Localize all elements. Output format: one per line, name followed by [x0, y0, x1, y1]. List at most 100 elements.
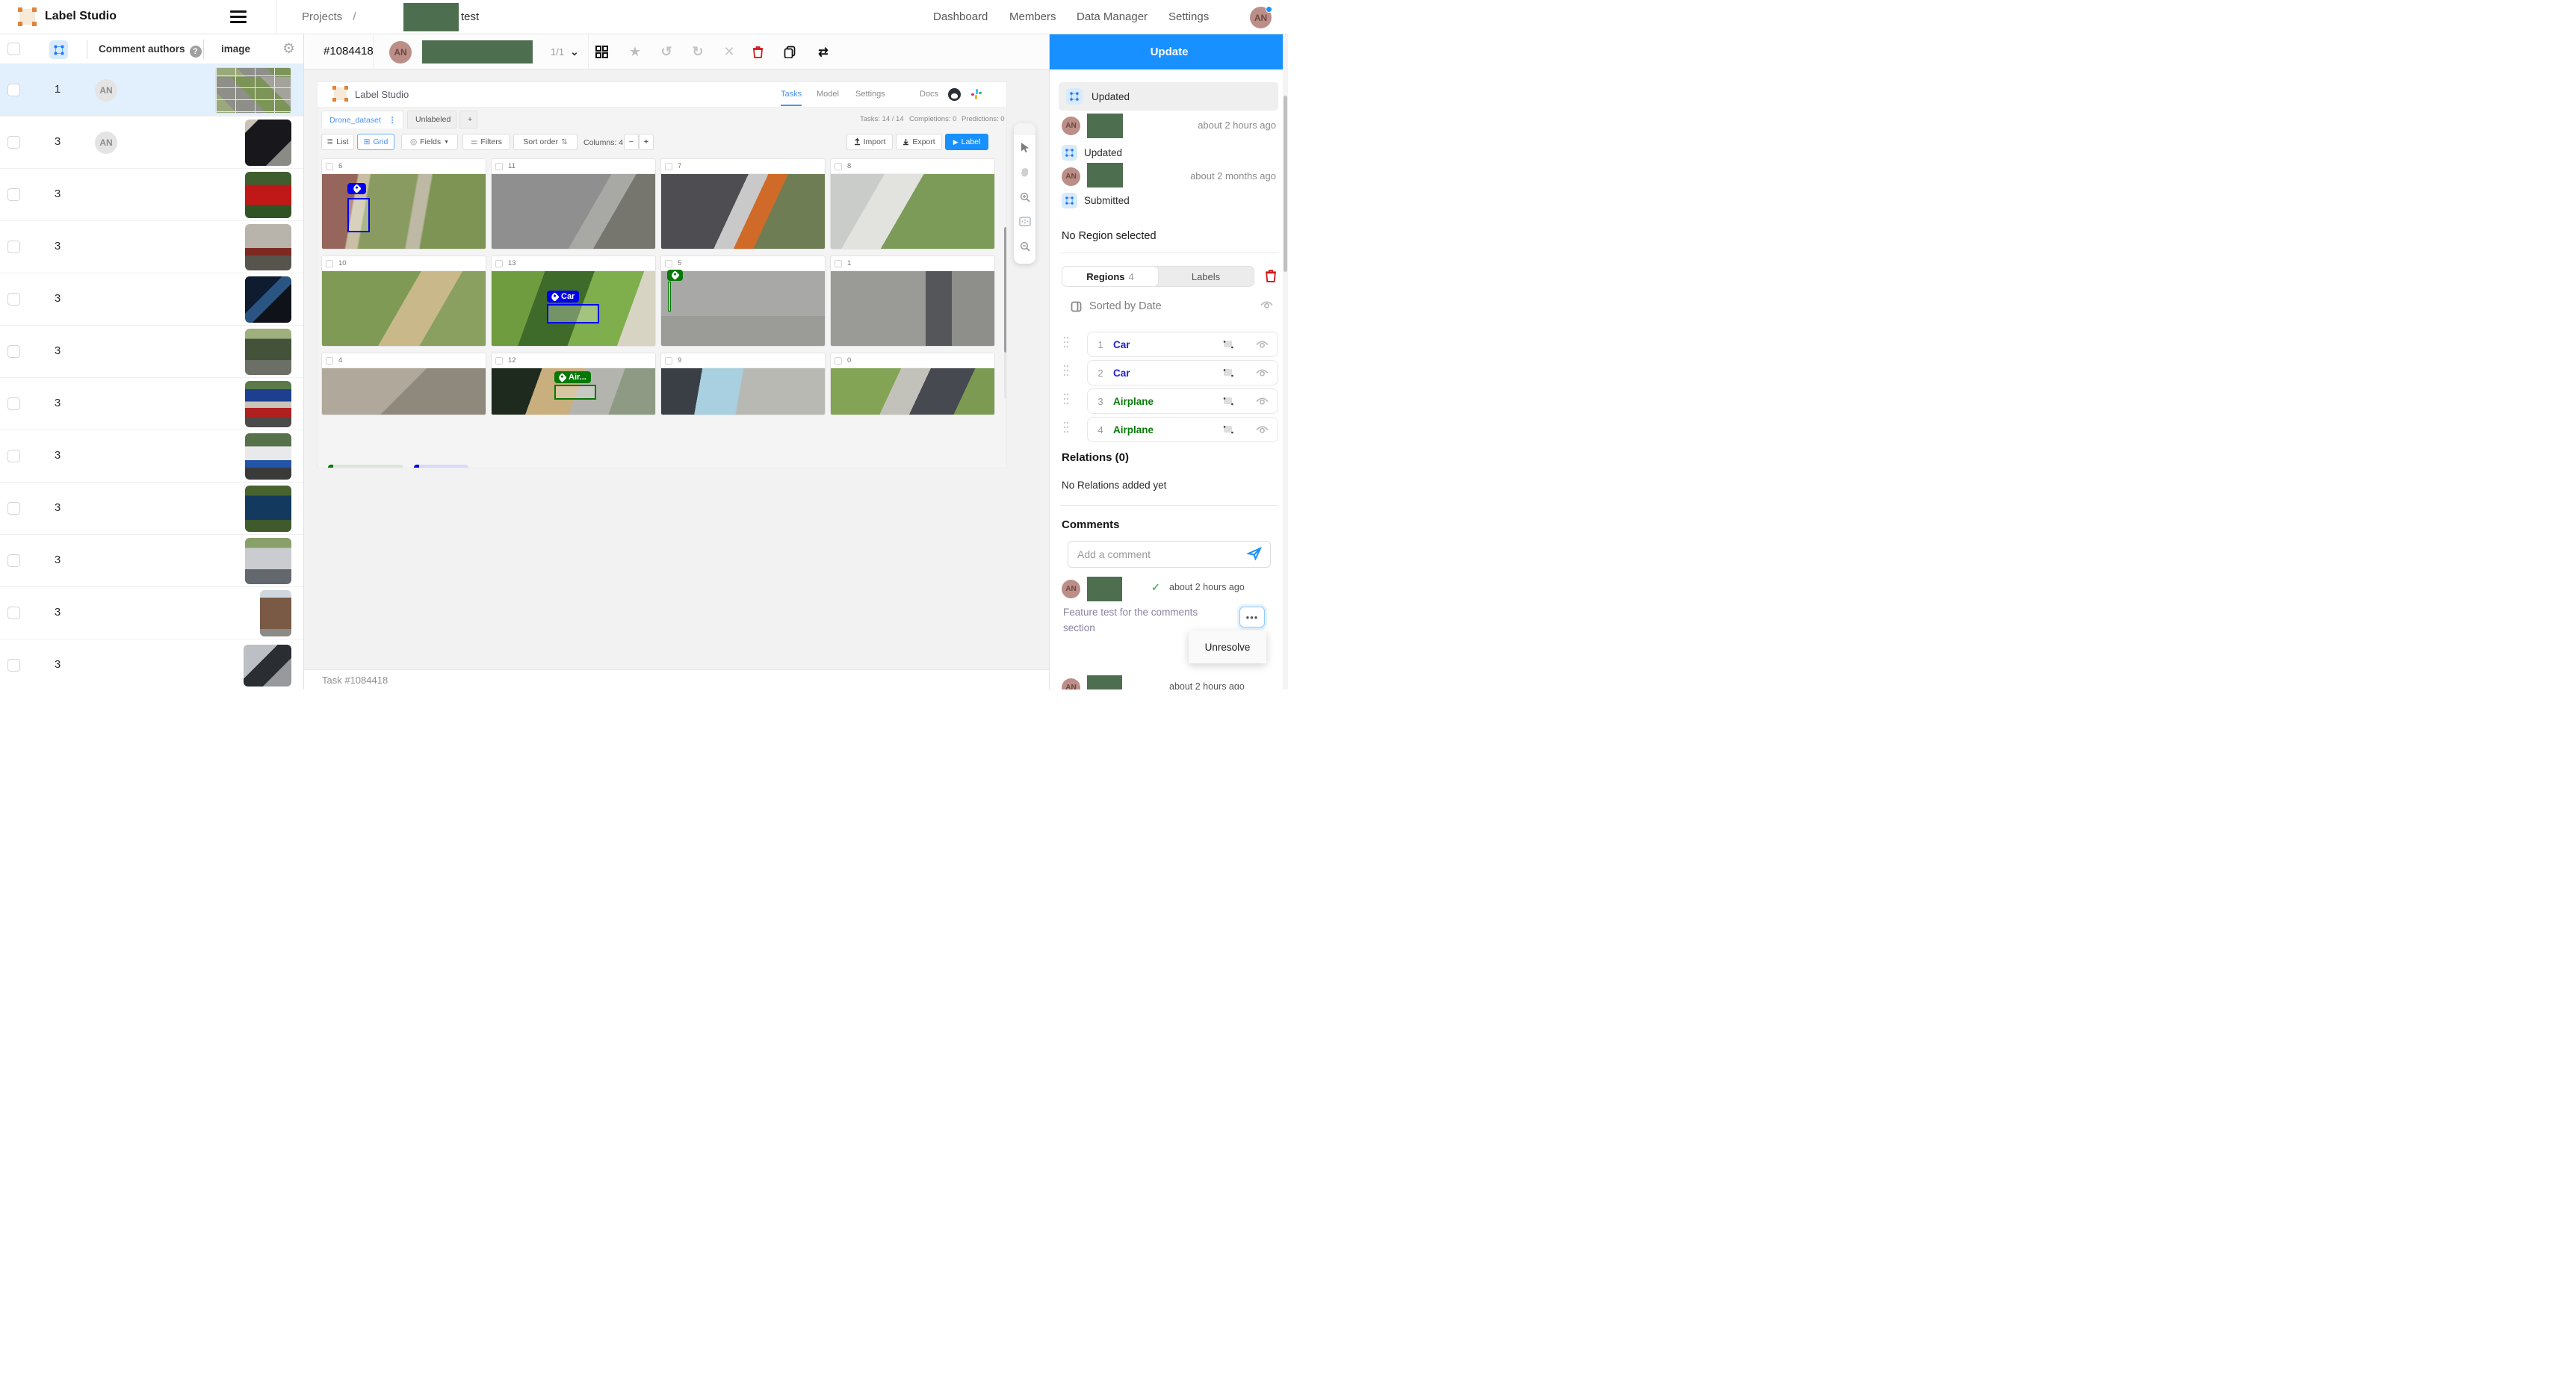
- region-tag-airplane-2[interactable]: Air...: [554, 371, 591, 383]
- task-row[interactable]: 3 AN: [0, 117, 303, 169]
- region-visibility-icon[interactable]: [1256, 368, 1269, 378]
- region-tag-car-1[interactable]: [347, 183, 366, 194]
- row-checkbox[interactable]: [7, 659, 20, 672]
- sort-by-selector[interactable]: Sorted by Date: [1071, 300, 1162, 312]
- dm-nav-tasks: Tasks: [781, 90, 802, 99]
- update-button[interactable]: Update: [1050, 34, 1288, 69]
- region-visibility-icon[interactable]: [1256, 425, 1269, 435]
- region-tag-airplane-1[interactable]: [667, 270, 683, 281]
- row-checkbox[interactable]: [7, 450, 20, 462]
- transfer-icon[interactable]: ⇄: [815, 45, 832, 60]
- region-visibility-icon[interactable]: [1256, 340, 1269, 350]
- row-checkbox[interactable]: [7, 345, 20, 358]
- task-row[interactable]: 3: [0, 169, 303, 221]
- send-comment-icon[interactable]: [1247, 547, 1262, 560]
- move-tool-icon[interactable]: [1014, 135, 1035, 160]
- reset-icon[interactable]: ✕: [721, 44, 737, 60]
- region-row[interactable]: 3 Airplane: [1087, 388, 1278, 414]
- drag-handle[interactable]: [1063, 336, 1069, 348]
- palette-drag-handle[interactable]: [1014, 123, 1035, 135]
- breadcrumb-projects[interactable]: Projects: [302, 10, 342, 23]
- task-row[interactable]: 3: [0, 326, 303, 378]
- row-checkbox[interactable]: [7, 554, 20, 567]
- nav-members[interactable]: Members: [1009, 10, 1056, 23]
- nav-dashboard[interactable]: Dashboard: [933, 10, 988, 23]
- task-row[interactable]: 3: [0, 221, 303, 273]
- region-row[interactable]: 2 Car: [1087, 360, 1278, 385]
- drag-handle[interactable]: [1063, 393, 1069, 405]
- region-bbox-car-2[interactable]: [547, 304, 599, 323]
- delete-regions-icon[interactable]: [1265, 269, 1277, 282]
- user-avatar[interactable]: AN: [1250, 7, 1272, 28]
- drag-handle[interactable]: [1063, 365, 1069, 376]
- comment-author-avatar: AN: [95, 131, 117, 154]
- comment-input[interactable]: [1068, 541, 1271, 568]
- region-visibility-icon[interactable]: [1256, 397, 1269, 406]
- dm-tab-unlabeled: Unlabeled: [407, 111, 456, 128]
- annotation-workspace: #1084418 AN 1/1⌄ ★ ↺ ↻ ✕ ⇄ Label Studio: [304, 34, 1049, 690]
- row-checkbox[interactable]: [7, 188, 20, 201]
- dm-card: 13 Car: [491, 255, 656, 347]
- task-id: #1084418: [323, 45, 374, 58]
- task-row[interactable]: 3: [0, 483, 303, 535]
- task-row[interactable]: 3: [0, 587, 303, 639]
- tab-regions[interactable]: Regions 4: [1062, 267, 1158, 286]
- no-region-text: No Region selected: [1062, 230, 1157, 242]
- zoom-in-tool-icon[interactable]: [1014, 185, 1035, 209]
- region-tag-car-2[interactable]: Car: [547, 291, 579, 303]
- task-row[interactable]: 3: [0, 378, 303, 430]
- task-row[interactable]: 1 AN: [0, 64, 303, 117]
- gear-icon[interactable]: ⚙: [282, 40, 295, 58]
- row-checkbox[interactable]: [7, 397, 20, 410]
- undo-icon[interactable]: ↺: [658, 44, 675, 60]
- grid-view-icon[interactable]: [595, 46, 612, 58]
- region-bbox-airplane-2[interactable]: [554, 385, 596, 400]
- region-bbox-car-1[interactable]: [347, 198, 370, 232]
- unresolve-menu-item[interactable]: Unresolve: [1189, 630, 1266, 663]
- pan-tool-icon[interactable]: [1014, 160, 1035, 185]
- history-current-item[interactable]: Updated: [1059, 82, 1278, 111]
- region-bbox-airplane-1[interactable]: [668, 282, 671, 312]
- row-checkbox[interactable]: [7, 607, 20, 619]
- nav-settings[interactable]: Settings: [1168, 10, 1209, 23]
- scrollbar-thumb[interactable]: [1284, 96, 1287, 272]
- task-row[interactable]: 3: [0, 639, 303, 690]
- task-row[interactable]: 3: [0, 535, 303, 587]
- redacted-user-name: [1087, 163, 1123, 188]
- toggle-all-visibility-icon[interactable]: [1260, 300, 1273, 310]
- row-checkbox[interactable]: [7, 136, 20, 149]
- row-checkbox[interactable]: [7, 84, 20, 96]
- task-row[interactable]: 3: [0, 273, 303, 326]
- divider: [373, 34, 374, 69]
- row-checkbox[interactable]: [7, 502, 20, 515]
- nav-data-manager[interactable]: Data Manager: [1077, 10, 1148, 23]
- task-footer: Task #1084418: [304, 669, 1049, 690]
- row-checkbox[interactable]: [7, 293, 20, 306]
- column-comment-authors[interactable]: Comment authors?: [99, 43, 202, 58]
- app-title: Label Studio: [45, 10, 117, 23]
- dm-columns-label: Columns: 4: [583, 138, 623, 147]
- column-image[interactable]: image: [221, 43, 250, 55]
- help-icon[interactable]: ?: [190, 46, 202, 58]
- zoom-out-tool-icon[interactable]: [1014, 234, 1035, 258]
- region-row[interactable]: 1 Car: [1087, 332, 1278, 357]
- comment-menu-button[interactable]: •••: [1239, 607, 1265, 627]
- region-row[interactable]: 4 Airplane: [1087, 417, 1278, 442]
- fit-screen-tool-icon[interactable]: [1014, 209, 1035, 234]
- row-checkbox[interactable]: [7, 241, 20, 253]
- task-row[interactable]: 3: [0, 430, 303, 483]
- annotation-pager[interactable]: 1/1⌄: [551, 46, 579, 58]
- select-all-checkbox[interactable]: [7, 43, 20, 55]
- regions-column-icon[interactable]: [49, 40, 68, 59]
- dm-stat-completions: Completions: 0: [909, 115, 956, 123]
- drag-handle[interactable]: [1063, 421, 1069, 433]
- task-image[interactable]: Label Studio Tasks Model Settings Docs D…: [318, 82, 1006, 468]
- duplicate-icon[interactable]: [784, 46, 800, 58]
- menu-icon[interactable]: [230, 10, 247, 24]
- delete-annotation-icon[interactable]: [752, 46, 769, 58]
- tab-labels[interactable]: Labels: [1158, 267, 1254, 286]
- annotator-avatar[interactable]: AN: [389, 41, 412, 63]
- star-icon[interactable]: ★: [627, 44, 643, 60]
- redo-icon[interactable]: ↻: [690, 44, 706, 60]
- breadcrumb: Projects /: [302, 10, 364, 23]
